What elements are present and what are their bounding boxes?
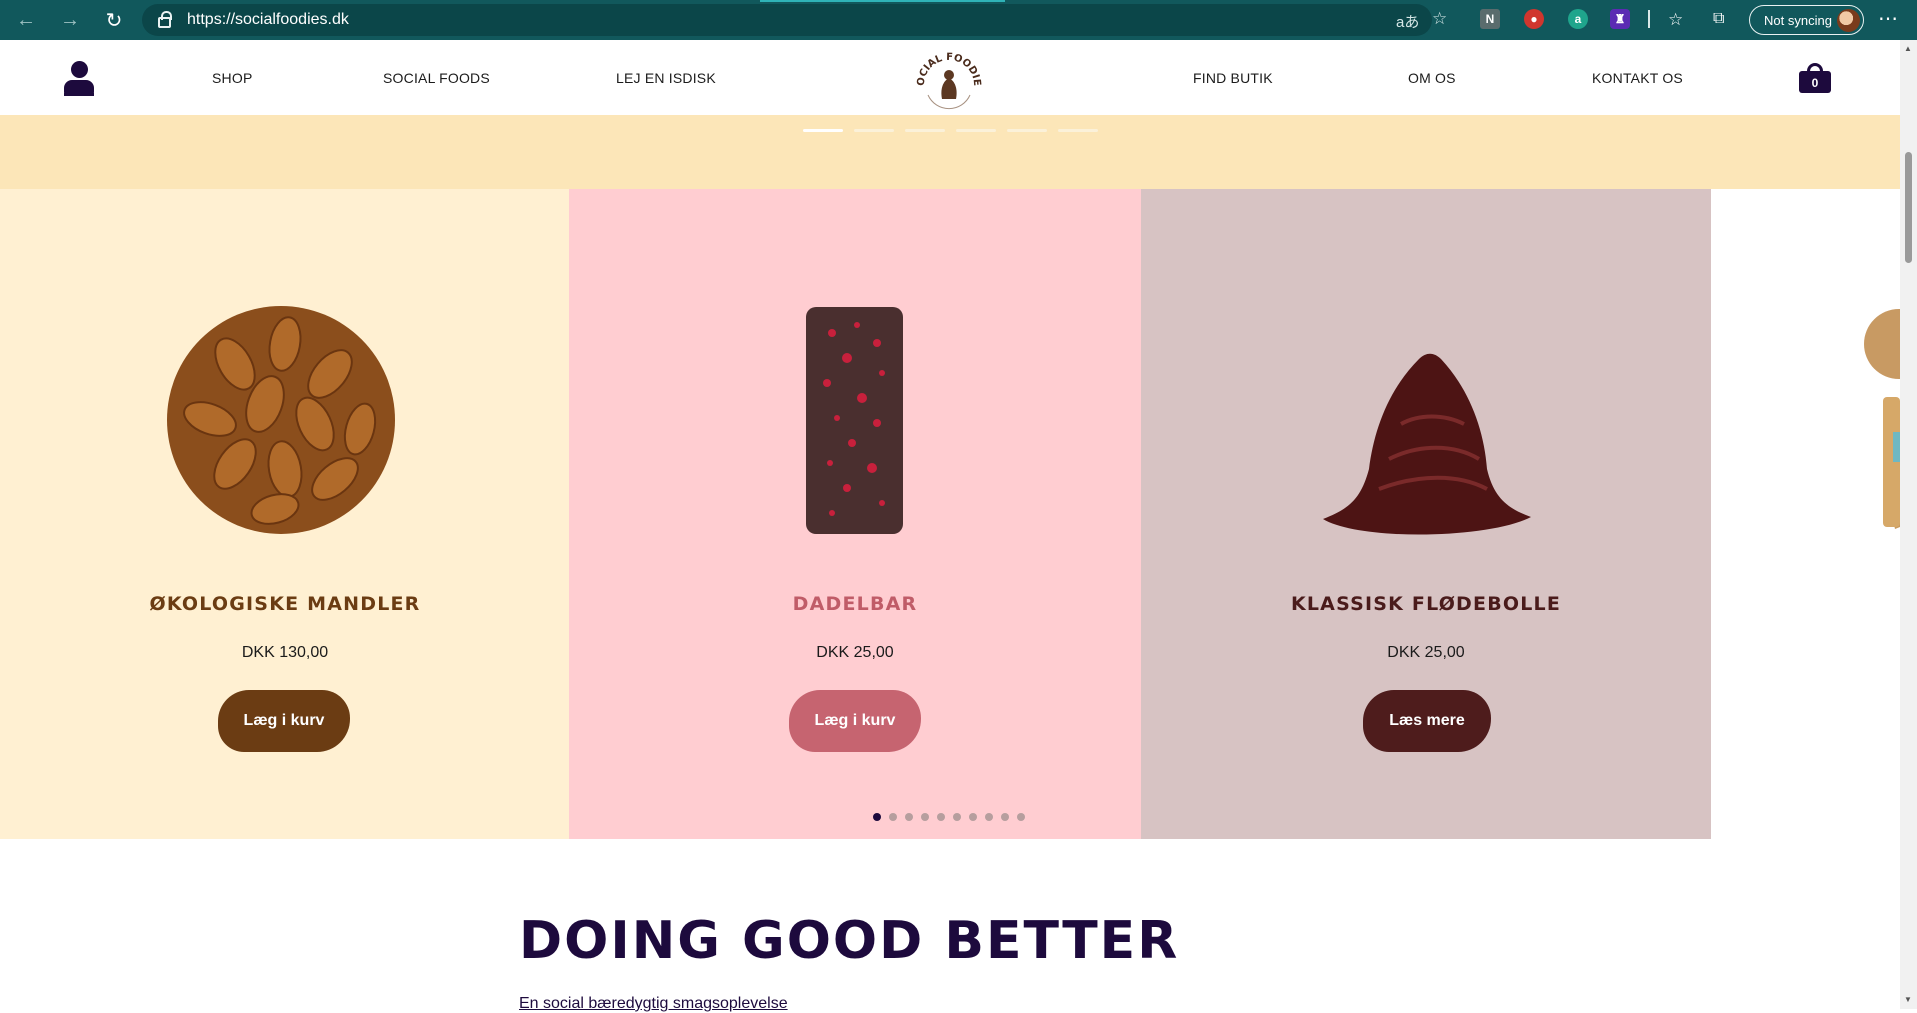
carousel-dot[interactable] (1017, 813, 1025, 821)
section-title: DOING GOOD BETTER (519, 911, 1180, 971)
nav-lej-en-isdisk[interactable]: LEJ EN ISDISK (616, 70, 716, 86)
slide-indicator[interactable] (854, 129, 894, 132)
slide-indicator[interactable] (956, 129, 996, 132)
product-name[interactable]: DADELBAR (569, 593, 1141, 615)
slide-indicator[interactable] (803, 129, 843, 132)
browser-toolbar: ← → ↻ https://socialfoodies.dk aあ ☆ N ● … (0, 0, 1917, 40)
profile-sync-button[interactable]: Not syncing (1749, 5, 1864, 35)
date-bar-image (806, 307, 903, 534)
favorite-add-icon[interactable]: ☆ (1432, 9, 1447, 29)
address-bar[interactable]: https://socialfoodies.dk aあ ☆ (142, 4, 1447, 36)
avatar (1837, 9, 1860, 32)
carousel-dot[interactable] (937, 813, 945, 821)
forward-arrow-icon[interactable]: → (52, 2, 88, 38)
lock-icon (158, 10, 172, 28)
favorites-icon[interactable]: ☆ (1668, 10, 1683, 30)
slide-indicator[interactable] (1007, 129, 1047, 132)
product-name[interactable]: KLASSISK FLØDEBOLLE (1141, 593, 1711, 615)
page-scrollbar[interactable]: ▲ ▼ (1900, 40, 1917, 1009)
toolbar-divider (1648, 10, 1650, 28)
read-aloud-icon[interactable]: aあ (1396, 11, 1419, 32)
extension-notification-icon[interactable]: ● (1524, 9, 1544, 29)
product-card-partial[interactable] (1711, 189, 1900, 839)
extension-a-icon[interactable]: a (1568, 9, 1588, 29)
carousel-dot[interactable] (889, 813, 897, 821)
carousel-dots (873, 813, 1025, 821)
nav-shop[interactable]: SHOP (212, 70, 252, 86)
collections-icon[interactable]: ⧉ (1713, 10, 1724, 28)
nav-kontakt-os[interactable]: KONTAKT OS (1592, 70, 1683, 86)
carousel-dot[interactable] (1001, 813, 1009, 821)
add-to-cart-button[interactable]: Læg i kurv (789, 690, 921, 752)
read-more-button[interactable]: Læs mere (1363, 690, 1491, 752)
product-card[interactable]: KLASSISK FLØDEBOLLE DKK 25,00 Læs mere (1141, 189, 1711, 839)
carousel-dot[interactable] (905, 813, 913, 821)
cart-icon[interactable]: 0 (1799, 63, 1831, 93)
carousel-dot[interactable] (873, 813, 881, 821)
social-foodies-logo[interactable]: SOCIAL FOODIES (916, 49, 982, 111)
reload-icon[interactable]: ↻ (96, 2, 132, 38)
cart-count: 0 (1811, 76, 1819, 90)
carousel-dot[interactable] (985, 813, 993, 821)
product-name[interactable]: ØKOLOGISKE MANDLER (0, 593, 570, 615)
url-text[interactable]: https://socialfoodies.dk (187, 11, 349, 29)
add-to-cart-button[interactable]: Læg i kurv (218, 690, 350, 752)
section-subtitle[interactable]: En social bæredygtig smagsoplevelse (519, 995, 788, 1013)
carousel-dot[interactable] (921, 813, 929, 821)
nav-social-foods[interactable]: SOCIAL FOODS (383, 70, 490, 86)
scroll-up-icon[interactable]: ▲ (1904, 44, 1912, 53)
nav-find-butik[interactable]: FIND BUTIK (1193, 70, 1273, 86)
product-price: DKK 25,00 (816, 644, 894, 661)
back-arrow-icon[interactable]: ← (8, 2, 44, 38)
product-price: DKK 130,00 (241, 644, 329, 661)
carousel-dot[interactable] (969, 813, 977, 821)
slide-indicator[interactable] (905, 129, 945, 132)
scroll-thumb[interactable] (1905, 152, 1912, 263)
active-tab-indicator (760, 0, 1005, 2)
site-header: SHOP SOCIAL FOODS LEJ EN ISDISK SOCIAL F… (0, 40, 1900, 115)
hero-banner (0, 115, 1900, 189)
product-card[interactable]: ØKOLOGISKE MANDLER DKK 130,00 Læg i kurv (0, 189, 570, 839)
partial-product-image (1864, 309, 1900, 529)
product-card[interactable]: DADELBAR DKK 25,00 Læg i kurv (569, 189, 1141, 839)
scroll-down-icon[interactable]: ▼ (1904, 995, 1912, 1004)
product-price: DKK 25,00 (1387, 644, 1465, 661)
sync-label: Not syncing (1764, 12, 1832, 28)
extension-purple-icon[interactable]: ♜ (1610, 9, 1630, 29)
extension-icon[interactable]: N (1480, 9, 1500, 29)
product-carousel: ØKOLOGISKE MANDLER DKK 130,00 Læg i kurv… (0, 189, 1900, 839)
almonds-image (167, 306, 395, 534)
flodebolle-image (1323, 353, 1531, 535)
nav-om-os[interactable]: OM OS (1408, 70, 1456, 86)
user-account-icon[interactable] (64, 61, 94, 97)
slide-indicator[interactable] (1058, 129, 1098, 132)
carousel-dot[interactable] (953, 813, 961, 821)
more-options-icon[interactable]: ⋯ (1878, 6, 1898, 31)
